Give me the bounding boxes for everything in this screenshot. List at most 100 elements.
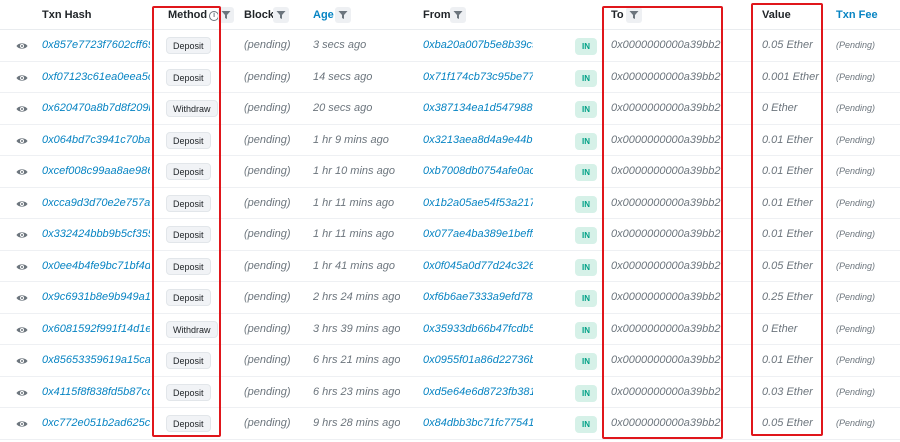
txn-fee: (Pending) (836, 418, 876, 428)
eye-icon[interactable] (16, 103, 28, 115)
from-address-link[interactable]: 0xba20a007b5e8b39c96... (423, 30, 533, 61)
direction-badge: IN (575, 101, 597, 118)
direction-badge: IN (575, 416, 597, 433)
direction-badge: IN (575, 258, 597, 276)
block-number: (pending) (244, 165, 291, 177)
method-column-highlight (152, 6, 221, 437)
txn-fee: (Pending) (836, 323, 876, 334)
txn-hash-link[interactable]: 0x6081592f991f14d1eb9... (42, 314, 150, 345)
txn-age: 1 hr 9 mins ago (313, 133, 389, 146)
direction-badge: IN (575, 353, 597, 370)
txn-age: 1 hr 11 mins ago (313, 196, 395, 209)
txn-hash-link[interactable]: 0xc772e051b2ad625ce2... (42, 408, 150, 439)
txn-age: 1 hr 41 mins ago (313, 259, 395, 272)
from-address-link[interactable]: 0x077ae4ba389e1beff2c... (423, 219, 533, 250)
from-address-link[interactable]: 0x84dbb3bc71fc775414... (423, 408, 533, 439)
from-address-link[interactable]: 0x387134ea1d5479889e... (423, 93, 533, 124)
direction-badge: IN (575, 69, 597, 87)
eye-icon[interactable] (16, 292, 28, 304)
txn-hash-link[interactable]: 0xcef008c99aa8ae986fb... (42, 156, 150, 187)
txn-age: 1 hr 11 mins ago (313, 228, 395, 240)
txn-hash-link[interactable]: 0x620470a8b7d8f209b6... (42, 93, 150, 124)
txn-fee: (Pending) (836, 40, 876, 50)
txn-age: 6 hrs 23 mins ago (313, 385, 401, 398)
txn-hash-link[interactable]: 0x064bd7c3941c70bab9... (42, 125, 150, 156)
eye-icon[interactable] (16, 135, 28, 147)
txn-age: 3 secs ago (313, 39, 367, 51)
txn-hash-link[interactable]: 0x0ee4b4fe9bc71bf4dca... (42, 251, 150, 282)
filter-icon[interactable] (450, 7, 466, 23)
block-number: (pending) (244, 102, 291, 114)
block-number: (pending) (244, 228, 291, 240)
from-address-link[interactable]: 0x1b2a05ae54f53a2178... (423, 188, 533, 219)
txn-age: 14 secs ago (313, 70, 373, 83)
from-address-link[interactable]: 0xd5e64e6d8723fb381e... (423, 377, 533, 408)
txn-hash-link[interactable]: 0xcca9d3d70e2e757abf... (42, 188, 150, 219)
block-number: (pending) (244, 39, 291, 51)
block-number: (pending) (244, 70, 291, 83)
filter-icon[interactable] (273, 7, 289, 23)
txn-hash-link[interactable]: 0x4115f8f838fd5b87cdb9... (42, 377, 150, 408)
direction-badge: IN (575, 38, 597, 55)
txn-hash-link[interactable]: 0x857e7723f7602cff699... (42, 30, 150, 61)
eye-icon[interactable] (16, 40, 28, 52)
txn-age: 3 hrs 39 mins ago (313, 322, 401, 335)
txn-fee: (Pending) (836, 166, 876, 176)
header-block: Block (244, 9, 274, 21)
from-address-link[interactable]: 0x71f174cb73c95be77c4... (423, 62, 533, 93)
block-number: (pending) (244, 259, 291, 272)
txn-fee: (Pending) (836, 292, 876, 302)
block-number: (pending) (244, 354, 291, 366)
txn-hash-link[interactable]: 0xf07123c61ea0eea5c5c... (42, 62, 150, 93)
txn-fee: (Pending) (836, 134, 876, 145)
from-address-link[interactable]: 0xb7008db0754afe0acb... (423, 156, 533, 187)
eye-icon[interactable] (16, 355, 28, 367)
txn-fee: (Pending) (836, 386, 876, 397)
txn-age: 2 hrs 24 mins ago (313, 291, 401, 303)
direction-badge: IN (575, 384, 597, 402)
eye-icon[interactable] (16, 72, 28, 84)
txn-age: 9 hrs 28 mins ago (313, 417, 401, 429)
txn-age: 20 secs ago (313, 102, 373, 114)
txn-hash-link[interactable]: 0x9c6931b8e9b949a1c5... (42, 282, 150, 313)
from-address-link[interactable]: 0x0955f01a86d22736b8... (423, 345, 533, 376)
eye-icon[interactable] (16, 198, 28, 210)
eye-icon[interactable] (16, 387, 28, 399)
from-address-link[interactable]: 0x35933db66b47fcdb5d... (423, 314, 533, 345)
header-from: From (423, 9, 451, 21)
eye-icon[interactable] (16, 166, 28, 178)
txn-age: 1 hr 10 mins ago (313, 165, 395, 177)
value-column-highlight (751, 3, 823, 436)
block-number: (pending) (244, 385, 291, 398)
direction-badge: IN (575, 164, 597, 181)
txn-fee: (Pending) (836, 229, 876, 239)
txn-fee: (Pending) (836, 71, 876, 82)
direction-badge: IN (575, 321, 597, 339)
txn-hash-link[interactable]: 0x85653359619a15cabd... (42, 345, 150, 376)
txn-fee: (Pending) (836, 355, 876, 365)
direction-badge: IN (575, 195, 597, 213)
header-txn-fee[interactable]: Txn Fee (836, 0, 878, 30)
block-number: (pending) (244, 291, 291, 303)
txn-fee: (Pending) (836, 260, 876, 271)
eye-icon[interactable] (16, 261, 28, 273)
direction-badge: IN (575, 132, 597, 150)
txn-fee: (Pending) (836, 197, 876, 208)
txn-hash-link[interactable]: 0x332424bbb9b5cf355b... (42, 219, 150, 250)
eye-icon[interactable] (16, 418, 28, 430)
block-number: (pending) (244, 417, 291, 429)
txn-fee: (Pending) (836, 103, 876, 113)
from-address-link[interactable]: 0x3213aea8d4a9e44b6f... (423, 125, 533, 156)
txn-age: 6 hrs 21 mins ago (313, 354, 401, 366)
block-number: (pending) (244, 322, 291, 335)
eye-icon[interactable] (16, 229, 28, 241)
header-age[interactable]: Age (313, 0, 334, 30)
to-column-highlight (602, 6, 723, 439)
direction-badge: IN (575, 290, 597, 307)
block-number: (pending) (244, 196, 291, 209)
filter-icon[interactable] (335, 7, 351, 23)
from-address-link[interactable]: 0xf6b6ae7333a9efd78b7... (423, 282, 533, 313)
from-address-link[interactable]: 0x0f045a0d77d24c3263... (423, 251, 533, 282)
eye-icon[interactable] (16, 324, 28, 336)
block-number: (pending) (244, 133, 291, 146)
